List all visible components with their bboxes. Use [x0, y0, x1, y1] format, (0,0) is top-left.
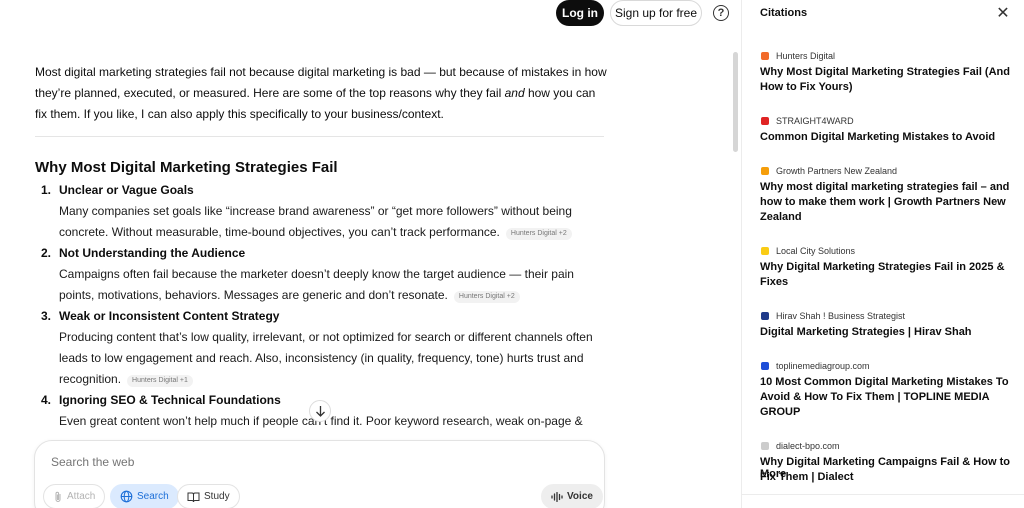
citation-item[interactable]: Hunters Digital Why Most Digital Marketin… [760, 49, 1018, 95]
reason-item: 3. Weak or Inconsistent Content Strategy P… [35, 306, 610, 390]
attach-button[interactable]: Attach [43, 484, 106, 508]
voice-button[interactable]: Voice [541, 484, 603, 508]
citation-source: STRAIGHT4WARD [760, 114, 1018, 128]
reason-number: 2. [41, 246, 52, 260]
citations-list: Hunters Digital Why Most Digital Marketin… [760, 49, 1018, 504]
hunters-digital-icon [760, 51, 770, 61]
straight4ward-icon [760, 116, 770, 126]
citation-source: Hunters Digital [760, 49, 1018, 63]
citation-title[interactable]: Why Digital Marketing Campaigns Fail & H… [760, 455, 1018, 485]
study-toggle[interactable]: Study [177, 484, 240, 508]
reason-number: 3. [41, 309, 52, 323]
reason-number: 4. [41, 393, 52, 407]
reason-number: 1. [41, 183, 52, 197]
scroll-down-button[interactable] [309, 400, 331, 422]
citation-source: toplinemediagroup.com [760, 359, 1018, 373]
reason-title: Ignoring SEO & Technical Foundations [59, 393, 281, 407]
reason-body: Producing content that’s low quality, ir… [59, 330, 593, 387]
globe-icon [760, 441, 770, 451]
reason-body: Many companies set goals like “increase … [59, 204, 572, 240]
arrow-down-icon [315, 406, 325, 417]
search-toggle[interactable]: Search [110, 484, 179, 508]
reason-item: 2. Not Understanding the Audience Campaign… [35, 243, 610, 306]
chat-response: Most digital marketing strategies fail n… [35, 62, 610, 432]
citation-title[interactable]: Why most digital marketing strategies fa… [760, 180, 1018, 225]
citation-source: Growth Partners New Zealand [760, 164, 1018, 178]
paperclip-icon [55, 491, 61, 502]
citation-item[interactable]: Growth Partners New Zealand Why most digi… [760, 164, 1018, 225]
login-button[interactable]: Log in [556, 0, 604, 26]
hirav-shah-icon [760, 311, 770, 321]
bulb-icon [760, 246, 770, 256]
citation-item[interactable]: Local City Solutions Why Digital Marketin… [760, 244, 1018, 290]
citation-title[interactable]: 10 Most Common Digital Marketing Mistake… [760, 375, 1018, 420]
citation-chip[interactable]: Hunters Digital +2 [505, 228, 572, 240]
citation-item[interactable]: dialect-bpo.com Why Digital Marketing Cam… [760, 439, 1018, 485]
question-circle-icon[interactable]: ? [713, 5, 729, 21]
citation-title[interactable]: Why Most Digital Marketing Strategies Fa… [760, 65, 1018, 95]
topline-icon [760, 361, 770, 371]
reason-body: Even great content won’t help much if pe… [59, 414, 583, 428]
section-title: Why Most Digital Marketing Strategies Fa… [35, 159, 338, 176]
citation-title[interactable]: Why Digital Marketing Strategies Fail in… [760, 260, 1018, 290]
citation-item[interactable]: toplinemediagroup.com 10 Most Common Digi… [760, 359, 1018, 420]
citations-panel: Citations ✕ Hunters Digital Why Most Digi… [741, 0, 1024, 508]
close-icon[interactable]: ✕ [994, 3, 1012, 23]
more-button[interactable]: More [760, 468, 786, 480]
section-divider [35, 136, 604, 137]
citation-item[interactable]: STRAIGHT4WARD Common Digital Marketing Mi… [760, 114, 1018, 145]
reason-item: 1. Unclear or Vague Goals Many companies s… [35, 180, 610, 243]
citation-title[interactable]: Common Digital Marketing Mistakes to Avo… [760, 130, 1018, 145]
search-input[interactable] [51, 455, 451, 469]
reason-title: Not Understanding the Audience [59, 246, 246, 260]
citation-chip[interactable]: Hunters Digital +1 [127, 375, 193, 387]
composer: Attach Search Study Voice [34, 440, 605, 508]
panel-divider [742, 494, 1024, 495]
book-icon [187, 492, 200, 502]
signup-button[interactable]: Sign up for free [610, 0, 702, 26]
reason-title: Unclear or Vague Goals [59, 183, 194, 197]
citation-source: Hirav Shah ! Business Strategist [760, 309, 1018, 323]
citation-item[interactable]: Hirav Shah ! Business Strategist Digital … [760, 309, 1018, 340]
citation-source: Local City Solutions [760, 244, 1018, 258]
reasons-list: 1. Unclear or Vague Goals Many companies s… [35, 180, 610, 432]
citation-title[interactable]: Digital Marketing Strategies | Hirav Sha… [760, 325, 1018, 340]
reason-title: Weak or Inconsistent Content Strategy [59, 309, 280, 323]
waveform-icon [551, 491, 563, 502]
intro-paragraph: Most digital marketing strategies fail n… [35, 65, 607, 121]
globe-icon [120, 490, 133, 503]
panel-title: Citations [760, 7, 808, 19]
scrollbar-thumb[interactable] [733, 52, 738, 152]
top-bar: Log in Sign up for free ? [0, 0, 741, 30]
scrollbar[interactable] [731, 30, 739, 508]
growth-partners-icon [760, 166, 770, 176]
citation-source: dialect-bpo.com [760, 439, 1018, 453]
citation-chip[interactable]: Hunters Digital +2 [453, 291, 520, 303]
reason-body: Campaigns often fail because the markete… [59, 267, 574, 303]
